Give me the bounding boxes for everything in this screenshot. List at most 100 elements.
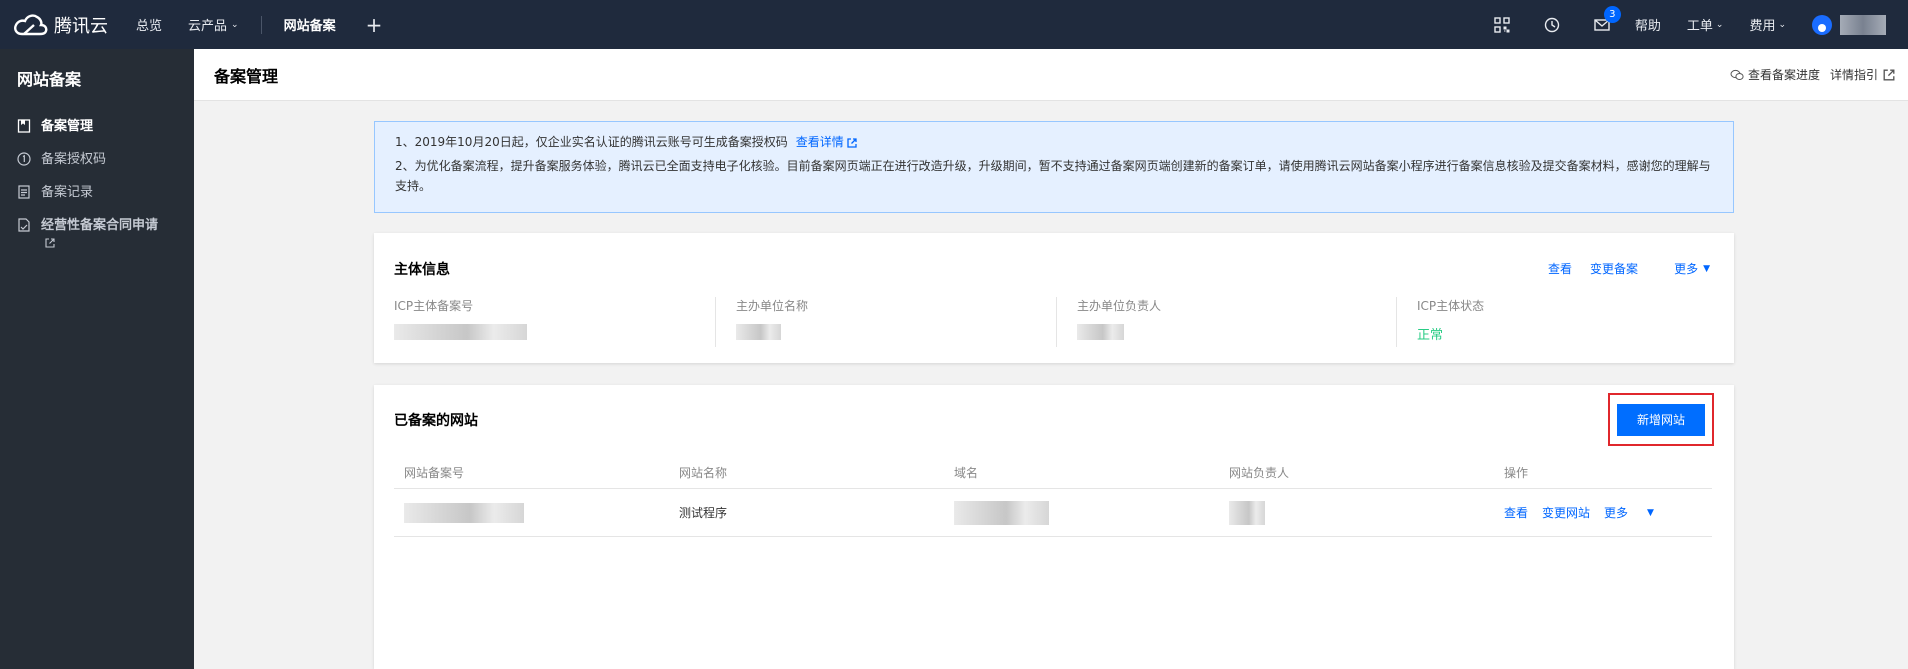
chevron-down-icon: ⌄ bbox=[1778, 19, 1786, 30]
redacted-value bbox=[954, 500, 1049, 525]
ticket-menu[interactable]: 工单 ⌄ bbox=[1687, 15, 1724, 34]
organizer-head-value bbox=[1077, 324, 1396, 340]
column-header-site-number: 网站备案号 bbox=[404, 466, 465, 480]
sidebar-item-filing-records[interactable]: 备案记录 bbox=[17, 184, 194, 201]
external-link-icon bbox=[1883, 69, 1895, 80]
organizer-name-field: 主办单位名称 bbox=[715, 297, 1055, 347]
column-header-domain: 域名 bbox=[954, 466, 979, 480]
status-badge: 正常 bbox=[1417, 328, 1444, 343]
nav-divider bbox=[260, 15, 262, 34]
redacted-value bbox=[394, 324, 527, 340]
guide-link[interactable]: 详情指引 bbox=[1830, 66, 1900, 83]
billing-label: 费用 bbox=[1749, 19, 1776, 34]
organizer-head-field: 主办单位负责人 bbox=[1056, 297, 1396, 347]
help-link[interactable]: 帮助 bbox=[1635, 15, 1661, 34]
domain-cell bbox=[944, 500, 1219, 525]
row-more-label: 更多 bbox=[1604, 506, 1629, 520]
sidebar-item-filing-management[interactable]: 备案管理 bbox=[17, 118, 194, 135]
view-progress-label: 查看备案进度 bbox=[1747, 68, 1820, 82]
qr-code-icon[interactable] bbox=[1493, 16, 1511, 34]
entity-change-link[interactable]: 变更备案 bbox=[1590, 260, 1638, 277]
table-row: 测试程序 查看 变更网站 更多 ▼ bbox=[394, 489, 1712, 537]
add-site-button[interactable]: 新增网站 bbox=[1617, 403, 1705, 436]
sidebar-item-label: 备案管理 bbox=[41, 119, 94, 134]
redacted-value bbox=[1077, 324, 1124, 340]
sidebar-item-contract-application[interactable]: 经营性备案合同申请 bbox=[17, 217, 194, 251]
caret-down-icon: ▼ bbox=[1703, 263, 1710, 274]
registered-sites-title: 已备案的网站 bbox=[394, 413, 478, 429]
row-more-menu[interactable]: 更多 ▼ bbox=[1604, 504, 1668, 521]
cloud-logo-icon bbox=[14, 13, 48, 35]
document-icon bbox=[18, 185, 30, 199]
icp-number-value bbox=[394, 324, 734, 340]
table-header: 网站备案号 网站名称 域名 网站负责人 操作 bbox=[394, 457, 1712, 489]
organizer-name-label: 主办单位名称 bbox=[736, 299, 809, 313]
tencent-cloud-logo[interactable]: 腾讯云 bbox=[12, 0, 108, 49]
redacted-value bbox=[404, 502, 524, 523]
column-header-site-name: 网站名称 bbox=[679, 466, 728, 480]
notice-line-2: 2、为优化备案流程，提升备案服务体验，腾讯云已全面支持电子化核验。目前备案网页端… bbox=[395, 159, 1711, 193]
entity-actions: 查看 变更备案 更多 ▼ bbox=[1530, 260, 1710, 277]
external-link-icon bbox=[847, 137, 857, 148]
redacted-value bbox=[1229, 500, 1265, 525]
icp-number-label: ICP主体备案号 bbox=[394, 299, 474, 313]
caret-down-icon: ▼ bbox=[1647, 507, 1654, 518]
user-icon bbox=[1818, 23, 1826, 32]
entity-info-title: 主体信息 bbox=[394, 262, 450, 278]
nav-overview[interactable]: 总览 bbox=[136, 15, 162, 34]
sidebar-item-auth-code[interactable]: 备案授权码 bbox=[17, 151, 194, 168]
notice-banner: 1、2019年10月20日起，仅企业实名认证的腾讯云账号可生成备案授权码 查看详情… bbox=[374, 121, 1734, 213]
site-number-cell bbox=[394, 502, 669, 523]
column-header-actions: 操作 bbox=[1504, 466, 1529, 480]
sites-table: 网站备案号 网站名称 域名 网站负责人 操作 测试程序 查看 变更网站 更多 ▼ bbox=[394, 457, 1712, 537]
row-actions: 查看 变更网站 更多 ▼ bbox=[1494, 504, 1712, 521]
help-label: 帮助 bbox=[1634, 19, 1661, 34]
notice-line-1: 1、2019年10月20日起，仅企业实名认证的腾讯云账号可生成备案授权码 查看详情 bbox=[395, 132, 1713, 152]
nav-right-group: 3 帮助 工单 ⌄ 费用 ⌄ bbox=[1493, 0, 1908, 49]
entity-more-label: 更多 bbox=[1674, 262, 1699, 276]
entity-view-link[interactable]: 查看 bbox=[1548, 260, 1572, 277]
contract-icon bbox=[18, 218, 30, 232]
add-site-highlight: 新增网站 bbox=[1608, 393, 1714, 446]
entity-info-card: 主体信息 查看 变更备案 更多 ▼ ICP主体备案号 主办单位名称 主办单位负责人… bbox=[374, 233, 1734, 363]
number-circle-icon bbox=[17, 152, 31, 166]
site-name-cell: 测试程序 bbox=[679, 506, 728, 520]
organizer-name-value bbox=[736, 324, 1055, 340]
view-progress-link[interactable]: 查看备案进度 bbox=[1730, 66, 1820, 83]
header-links: 查看备案进度 详情指引 bbox=[1720, 66, 1900, 83]
page-title: 备案管理 bbox=[214, 67, 279, 86]
icp-status-field: ICP主体状态 正常 bbox=[1396, 297, 1736, 347]
guide-label: 详情指引 bbox=[1829, 68, 1878, 82]
sidebar-item-label: 备案授权码 bbox=[41, 152, 107, 167]
notice-details-link[interactable]: 查看详情 bbox=[796, 135, 857, 149]
bookmark-icon bbox=[17, 119, 31, 133]
chat-bubble-icon bbox=[1730, 69, 1744, 80]
chevron-down-icon: ⌄ bbox=[1715, 19, 1724, 30]
brand-name: 腾讯云 bbox=[54, 15, 108, 37]
column-header-site-owner: 网站负责人 bbox=[1229, 466, 1290, 480]
add-shortcut-icon[interactable]: + bbox=[366, 15, 383, 35]
row-change-site-link[interactable]: 变更网站 bbox=[1542, 504, 1590, 521]
chevron-down-icon: ⌄ bbox=[231, 19, 239, 30]
sidebar: 网站备案 备案管理 备案授权码 备案记录 经营性备案合同申请 bbox=[0, 49, 194, 669]
top-navigation-bar: 腾讯云 总览 云产品 ⌄ 网站备案 + 3 帮助 工单 ⌄ 费用 ⌄ bbox=[0, 0, 1908, 49]
page-header: 备案管理 查看备案进度 详情指引 bbox=[194, 49, 1908, 101]
nav-website-filing[interactable]: 网站备案 bbox=[284, 15, 336, 34]
nav-cloud-products[interactable]: 云产品 ⌄ bbox=[188, 15, 239, 34]
clock-icon[interactable] bbox=[1543, 16, 1561, 34]
sidebar-item-label: 经营性备案合同申请 bbox=[41, 217, 159, 251]
row-view-link[interactable]: 查看 bbox=[1504, 504, 1528, 521]
icp-number-field: ICP主体备案号 bbox=[394, 297, 734, 347]
billing-menu[interactable]: 费用 ⌄ bbox=[1749, 15, 1786, 34]
avatar[interactable] bbox=[1812, 14, 1832, 35]
registered-sites-card: 已备案的网站 新增网站 网站备案号 网站名称 域名 网站负责人 操作 测试程序 … bbox=[374, 385, 1734, 669]
mail-icon[interactable]: 3 bbox=[1593, 5, 1621, 34]
notice-line-1-text: 1、2019年10月20日起，仅企业实名认证的腾讯云账号可生成备案授权码 bbox=[395, 135, 788, 149]
username-redacted[interactable] bbox=[1840, 14, 1886, 35]
entity-more-menu[interactable]: 更多 ▼ bbox=[1656, 260, 1710, 277]
ticket-label: 工单 bbox=[1686, 19, 1713, 34]
nav-overview-label: 总览 bbox=[136, 19, 163, 34]
message-count-badge: 3 bbox=[1603, 5, 1621, 23]
notice-details-label: 查看详情 bbox=[795, 135, 844, 149]
site-owner-cell bbox=[1219, 500, 1494, 525]
